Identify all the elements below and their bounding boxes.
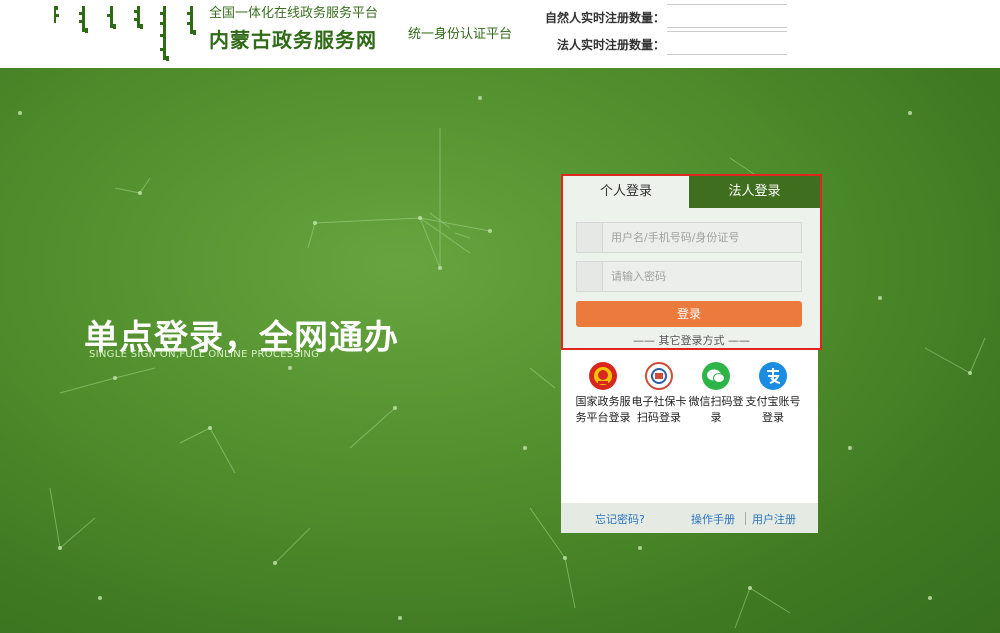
alt-login-panel: 国家政务服务平台登录 电子社保卡扫码登录 微信扫码登录 支付宝账号登录 忘记密码… [561, 350, 818, 533]
hero-background: 单点登录，全网通办 SINGLE SIGN ON,FULL ONLINE PRO… [0, 68, 1000, 633]
manual-link[interactable]: 操作手册 [691, 511, 735, 527]
login-button[interactable]: 登录 [576, 301, 802, 327]
tab-legal-login[interactable]: 法人登录 [689, 176, 820, 208]
site-title: 内蒙古政务服务网 [209, 28, 377, 52]
login-panel: 个人登录 法人登录 登录 —— 其它登录方式 —— [561, 174, 822, 350]
mongolian-script-logo [54, 6, 196, 61]
person-registration-count [667, 4, 787, 28]
username-field [576, 222, 802, 253]
footer-divider [745, 512, 746, 525]
alt-login-label: 微信扫码登录 [688, 395, 744, 424]
login-footer: 忘记密码? 操作手册 用户注册 [561, 503, 818, 533]
lock-icon [577, 262, 603, 291]
header: 全国一体化在线政务服务平台 内蒙古政务服务网 统一身份认证平台 自然人实时注册数… [0, 0, 1000, 68]
national-emblem-icon [589, 362, 617, 390]
alt-login-national-platform[interactable]: 国家政务服务平台登录 [575, 362, 631, 426]
wechat-icon [702, 362, 730, 390]
legal-registration-label: 法人实时注册数量： [556, 38, 665, 52]
alipay-icon [759, 362, 787, 390]
legal-registration-count [667, 31, 787, 55]
alt-login-wechat[interactable]: 微信扫码登录 [688, 362, 744, 426]
alt-login-label: 电子社保卡扫码登录 [631, 395, 687, 424]
password-input[interactable] [611, 262, 797, 291]
hero-slogan-english: SINGLE SIGN ON,FULL ONLINE PROCESSING [89, 349, 320, 360]
person-registration-label: 自然人实时注册数量： [544, 11, 665, 25]
password-field [576, 261, 802, 292]
forgot-password-link[interactable]: 忘记密码? [595, 511, 645, 527]
username-input[interactable] [611, 223, 797, 252]
alt-login-alipay[interactable]: 支付宝账号登录 [745, 362, 801, 426]
user-icon [577, 223, 603, 252]
register-link[interactable]: 用户注册 [752, 511, 796, 527]
social-security-icon [645, 362, 673, 390]
auth-platform-title: 统一身份认证平台 [408, 27, 513, 42]
tab-personal-login[interactable]: 个人登录 [563, 176, 689, 208]
alt-login-social-security[interactable]: 电子社保卡扫码登录 [631, 362, 687, 426]
alt-login-label: 支付宝账号登录 [745, 395, 801, 424]
site-subtitle: 全国一体化在线政务服务平台 [209, 6, 379, 21]
other-login-methods-label: —— 其它登录方式 —— [633, 334, 750, 347]
alt-login-label: 国家政务服务平台登录 [575, 395, 631, 424]
